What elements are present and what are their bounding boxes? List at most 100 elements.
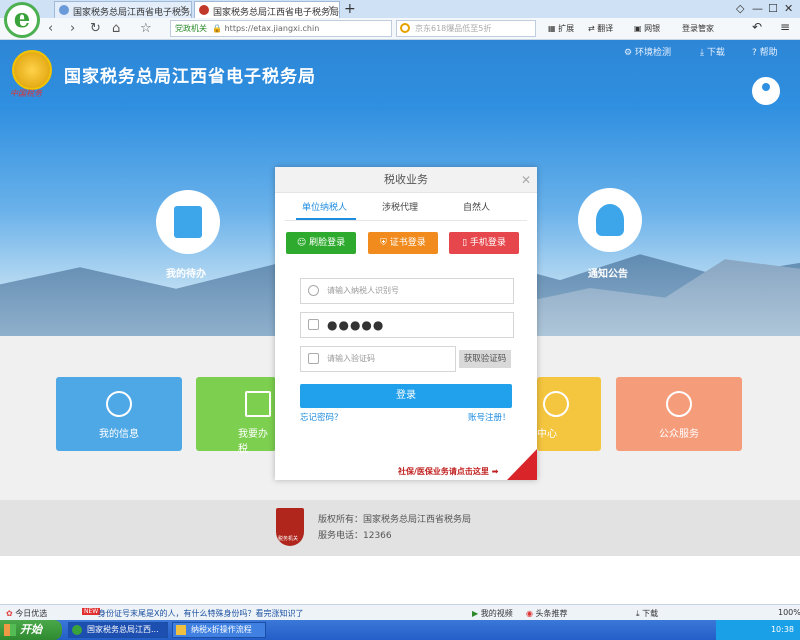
- login-submit-button[interactable]: 登录: [300, 384, 512, 408]
- undo-button[interactable]: ↶: [752, 20, 762, 34]
- todo-circle[interactable]: [156, 190, 220, 254]
- notice-circle[interactable]: [578, 188, 642, 252]
- tax-emblem-logo: [12, 50, 52, 90]
- maximize-button[interactable]: ☐: [768, 2, 778, 15]
- gov-site-badge: 党政机关: [175, 24, 207, 33]
- close-tab-icon[interactable]: ×: [179, 4, 187, 14]
- tab-natural-person[interactable]: 自然人: [463, 200, 490, 213]
- tab-entity-taxpayer[interactable]: 单位纳税人: [302, 200, 347, 213]
- social-insurance-link[interactable]: 社保/医保业务请点击这里 ➡: [398, 466, 498, 477]
- restore-icon[interactable]: ◇: [736, 2, 744, 15]
- daily-picks-label: 今日优选: [15, 609, 48, 618]
- face-login-label: 刷脸登录: [309, 238, 346, 248]
- site-title: 国家税务总局江西省电子税务局: [64, 67, 316, 87]
- password-field[interactable]: ●●●●●: [300, 312, 514, 338]
- login-manager-label: 登录管家: [682, 24, 714, 33]
- tax-emblem-icon: [199, 5, 209, 15]
- windows-flag-icon: [4, 624, 16, 636]
- my-video-button[interactable]: ▶ 我的视频: [472, 608, 513, 619]
- tile-my-info[interactable]: 我的信息: [56, 377, 182, 451]
- person-icon: [106, 391, 132, 417]
- help-label: 帮助: [759, 48, 778, 58]
- tile-label: 我的信息: [99, 429, 139, 440]
- menu-button[interactable]: ≡: [780, 20, 790, 34]
- emblem-caption: 中国税务: [10, 89, 42, 98]
- login-manager-button[interactable]: 登录管家: [682, 23, 714, 34]
- arrow-right-icon: ➡: [491, 467, 499, 476]
- face-login-button[interactable]: ☺ 刷脸登录: [286, 232, 356, 254]
- dialog-title: 税收业务: [275, 167, 537, 193]
- headline-button[interactable]: ◉ 头条推荐: [526, 608, 568, 619]
- chat-icon: [543, 391, 569, 417]
- close-window-button[interactable]: ✕: [784, 2, 793, 15]
- zoom-level[interactable]: 100%: [778, 608, 800, 617]
- help-link[interactable]: ? 帮助: [752, 45, 778, 58]
- browser-logo-icon: e: [4, 2, 40, 38]
- dialog-close-button[interactable]: ✕: [521, 173, 531, 187]
- back-button[interactable]: ‹: [48, 21, 53, 36]
- new-tab-button[interactable]: +: [344, 1, 356, 17]
- env-check-label: 环境检测: [634, 48, 671, 58]
- env-check-link[interactable]: ⚙ 环境检测: [624, 45, 671, 58]
- tile-public-service[interactable]: 公众服务: [616, 377, 742, 451]
- captcha-field[interactable]: 请输入验证码: [300, 346, 456, 372]
- search-box[interactable]: 京东618爆品低至5折: [396, 20, 536, 37]
- page-footer: [0, 500, 800, 556]
- forgot-password-link[interactable]: 忘记密码？: [300, 411, 343, 423]
- page-blank-area: [0, 556, 800, 604]
- favorite-button[interactable]: ☆: [140, 21, 152, 36]
- daily-picks-link[interactable]: ✿ 今日优选: [6, 608, 47, 619]
- minimize-button[interactable]: —: [752, 2, 763, 15]
- headline-label: 头条推荐: [535, 609, 568, 618]
- extensions-button[interactable]: ▦ 扩展: [548, 23, 574, 34]
- notice-label[interactable]: 通知公告: [588, 265, 628, 280]
- captcha-placeholder: 请输入验证码: [327, 354, 375, 363]
- taxpayer-id-field[interactable]: 请输入纳税人识别号: [300, 278, 514, 304]
- tile-center[interactable]: 中心: [537, 377, 601, 451]
- refresh-button[interactable]: ↻: [90, 21, 101, 36]
- address-bar[interactable]: 党政机关 🔒 https://etax.jiangxi.chin: [170, 20, 392, 37]
- tile-label: 中心: [537, 429, 557, 440]
- taskbar-item-label: 纳税x折操作流程: [191, 625, 252, 634]
- register-link[interactable]: 账号注册！: [468, 411, 511, 423]
- active-tab-indicator: [296, 218, 356, 220]
- download-label: 下载: [706, 48, 725, 58]
- clock[interactable]: 10:38: [771, 625, 794, 634]
- forward-button[interactable]: ›: [70, 21, 75, 36]
- url-text: https://etax.jiangxi.chin: [224, 24, 320, 33]
- home-button[interactable]: ⌂: [112, 21, 120, 36]
- taskbar-item-browser[interactable]: 国家税务总局江西...: [68, 622, 168, 638]
- tab-etax-2[interactable]: 国家税务总局江西省电子税务局 ×: [194, 1, 340, 18]
- logo-caption: 税务机关: [278, 536, 299, 542]
- get-code-button[interactable]: 获取验证码: [459, 350, 511, 368]
- translate-button[interactable]: ⇄ 翻译: [588, 23, 613, 34]
- my-video-label: 我的视频: [480, 609, 513, 618]
- social-insurance-label: 社保/医保业务请点击这里: [398, 467, 489, 476]
- tab-etax-1[interactable]: 国家税务总局江西省电子税务局_网 ×: [54, 1, 192, 18]
- online-banking-label: 网银: [644, 24, 661, 33]
- translate-label: 翻译: [597, 24, 614, 33]
- tile-tax-filing[interactable]: 我要办税: [196, 377, 276, 455]
- close-tab-icon[interactable]: ×: [327, 4, 335, 14]
- status-download-button[interactable]: ⤓ 下载: [636, 608, 658, 619]
- search-suggestion: 京东618爆品低至5折: [415, 24, 492, 33]
- search-engine-icon: [400, 23, 410, 33]
- online-banking-button[interactable]: ▣ 网银: [634, 23, 660, 34]
- tab-tax-agent[interactable]: 涉税代理: [382, 200, 418, 213]
- user-avatar-icon[interactable]: [752, 77, 780, 105]
- phone-login-button[interactable]: ▯ 手机登录: [449, 232, 519, 254]
- tax-authority-logo: 税务机关: [276, 508, 304, 546]
- start-button[interactable]: 开始: [0, 620, 62, 640]
- certificate-login-label: 证书登录: [389, 238, 426, 248]
- tab-divider: [285, 220, 527, 221]
- user-icon: [308, 285, 319, 296]
- news-ticker-link[interactable]: 身份证号末尾是X的人，有什么特殊身份吗？看完涨知识了: [98, 608, 364, 619]
- start-label: 开始: [20, 623, 42, 636]
- tile-label: 我要办税: [238, 429, 268, 455]
- todo-label[interactable]: 我的待办: [166, 265, 206, 280]
- taskbar-item-document[interactable]: 纳税x折操作流程: [172, 622, 266, 638]
- bell-icon: [596, 204, 624, 236]
- certificate-login-button[interactable]: ⛨ 证书登录: [368, 232, 438, 254]
- extensions-label: 扩展: [558, 24, 575, 33]
- download-link[interactable]: ⤓ 下载: [700, 45, 725, 58]
